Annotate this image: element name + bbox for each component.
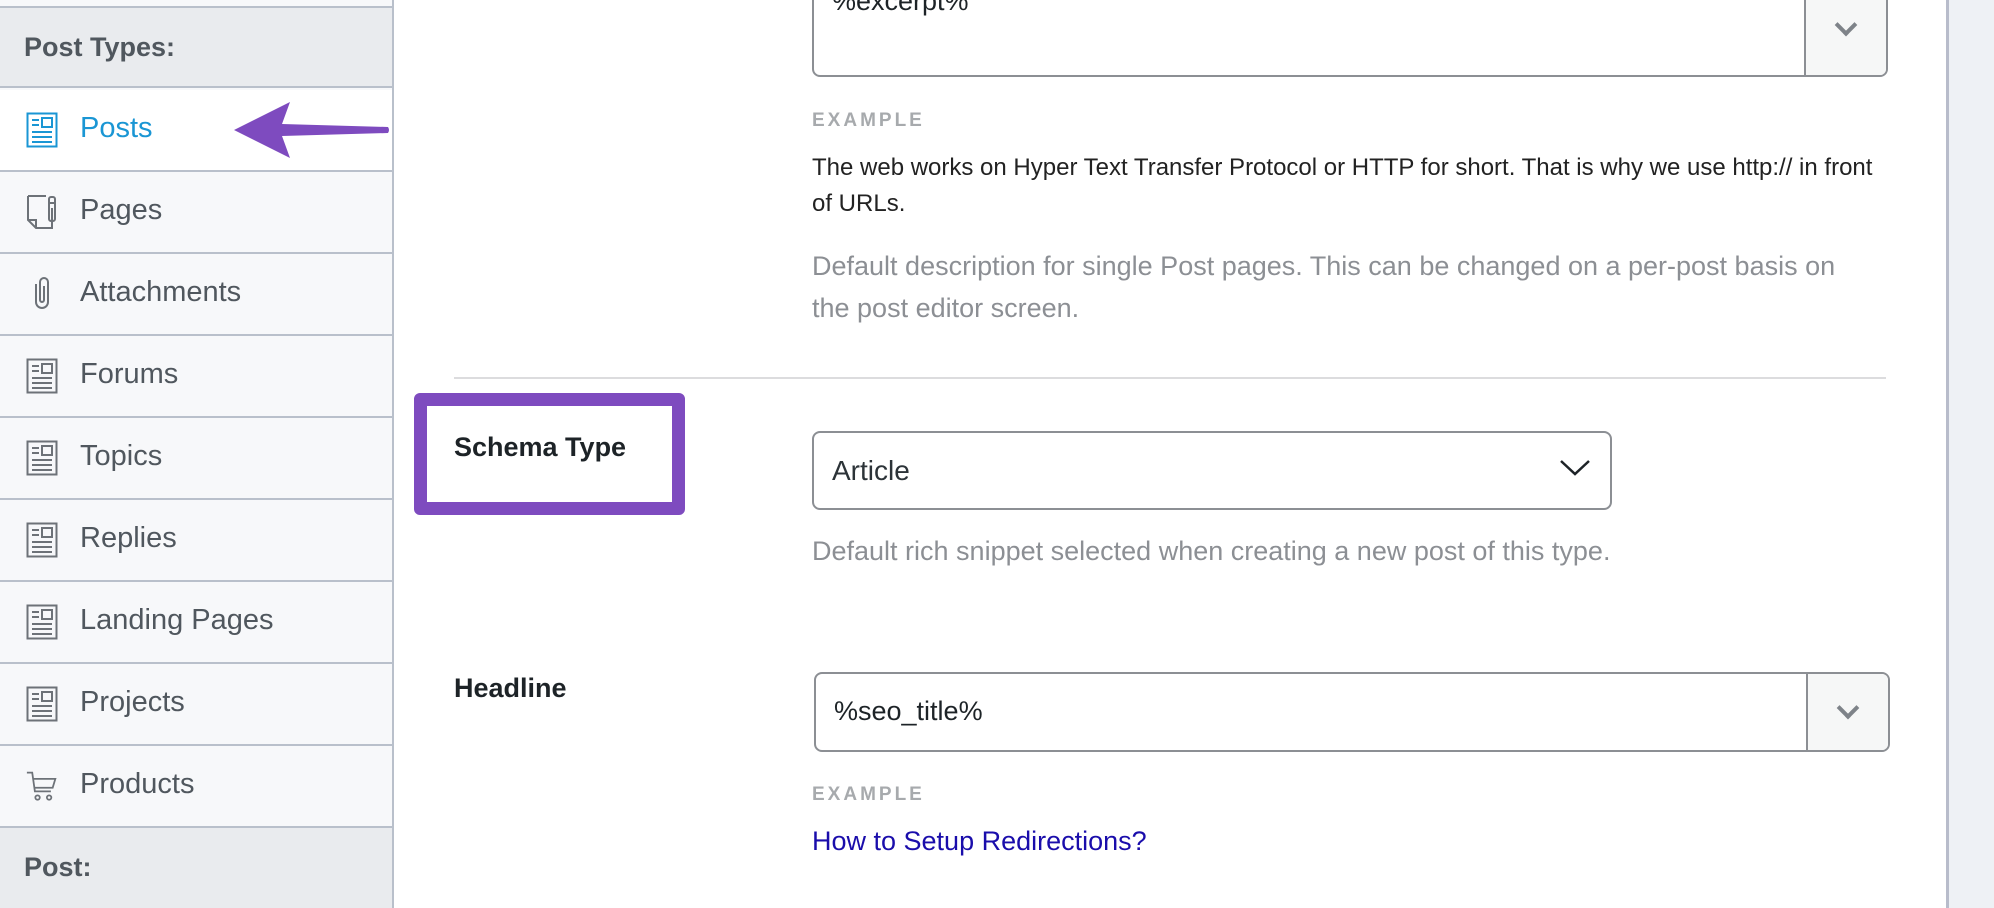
headline-input[interactable]: %seo_title% <box>814 672 1890 752</box>
sidebar-item-products[interactable]: Products <box>0 746 392 828</box>
sidebar-item-label: Attachments <box>80 276 242 308</box>
chevron-down-icon <box>1834 13 1858 36</box>
paperclip-icon <box>35 277 49 309</box>
document-icon <box>26 358 58 394</box>
variables-dropdown-button[interactable] <box>1804 0 1886 75</box>
section-divider <box>454 377 1886 379</box>
section-header-post: Post: <box>0 826 392 908</box>
document-icon <box>26 112 58 148</box>
section-header-post-types: Post Types: <box>0 6 392 88</box>
headline-label: Headline <box>454 673 567 703</box>
document-icon <box>26 440 58 476</box>
schema-type-selected-value: Article <box>832 455 910 486</box>
document-icon <box>26 522 58 558</box>
sidebar-item-label: Posts <box>80 112 153 144</box>
document-icon <box>26 686 58 722</box>
headline-example-label: EXAMPLE <box>812 784 925 805</box>
schema-type-label: Schema Type <box>454 432 627 462</box>
description-input[interactable]: %excerpt% <box>812 0 1888 77</box>
right-panel-edge <box>1946 0 1994 908</box>
chevron-down-icon <box>1836 696 1860 720</box>
sidebar-item-topics[interactable]: Topics <box>0 418 392 500</box>
cart-icon <box>26 771 57 801</box>
sidebar-item-forums[interactable]: Forums <box>0 336 392 418</box>
variables-dropdown-button[interactable] <box>1806 674 1888 750</box>
headline-example-link[interactable]: How to Setup Redirections? <box>812 826 1147 857</box>
description-value: %excerpt% <box>832 0 969 16</box>
schema-type-select[interactable]: Article <box>812 431 1612 510</box>
description-help-text: Default description for single Post page… <box>812 251 1836 323</box>
sidebar-item-label: Products <box>80 768 195 800</box>
headline-value: %seo_title% <box>834 696 983 726</box>
sidebar-item-pages[interactable]: Pages <box>0 172 392 254</box>
sidebar-item-label: Replies <box>80 522 177 554</box>
arrow-annotation-icon <box>234 102 389 158</box>
chevron-down-icon <box>1560 460 1590 476</box>
sidebar-item-replies[interactable]: Replies <box>0 500 392 582</box>
section-header-label: Post Types: <box>24 32 176 62</box>
sidebar-item-landing-pages[interactable]: Landing Pages <box>0 582 392 664</box>
schema-type-help-text: Default rich snippet selected when creat… <box>812 536 1611 566</box>
document-icon <box>26 604 58 640</box>
sidebar-item-label: Forums <box>80 358 179 390</box>
example-text: The web works on Hyper Text Transfer Pro… <box>812 154 1873 217</box>
page-icon <box>27 195 56 229</box>
sidebar-item-label: Projects <box>80 686 185 718</box>
sidebar-item-attachments[interactable]: Attachments <box>0 254 392 336</box>
example-label: EXAMPLE <box>812 110 925 131</box>
sidebar-item-label: Landing Pages <box>80 604 274 636</box>
sidebar-item-projects[interactable]: Projects <box>0 664 392 746</box>
section-header-label: Post: <box>24 852 92 882</box>
sidebar-item-label: Pages <box>80 194 163 226</box>
sidebar-item-label: Topics <box>80 440 163 472</box>
